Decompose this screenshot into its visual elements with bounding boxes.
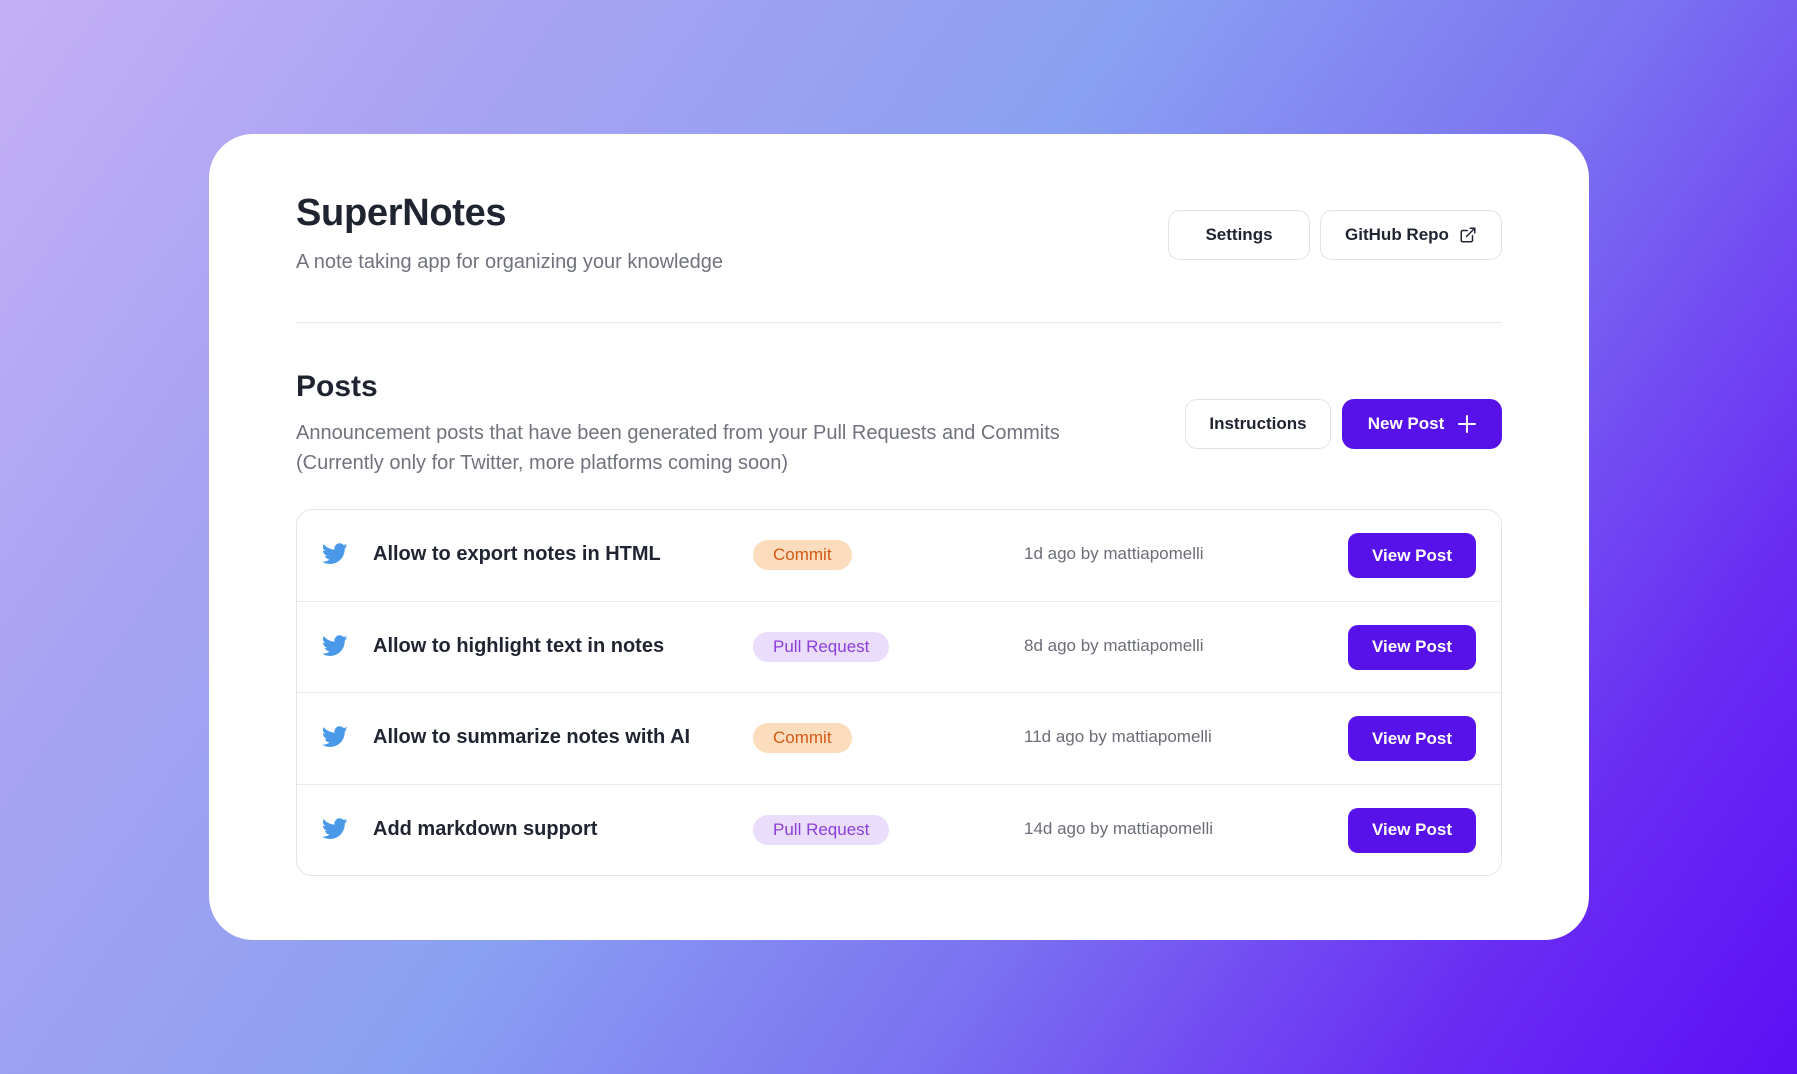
post-meta: 11d ago by mattiapomelli [1024,727,1212,746]
settings-button-label: Settings [1205,225,1273,244]
table-row: Add markdown support Pull Request 14d ag… [297,785,1501,876]
instructions-button[interactable]: Instructions [1185,399,1331,449]
twitter-icon [321,634,348,657]
table-row: Allow to summarize notes with AI Commit … [297,693,1501,785]
github-repo-button[interactable]: GitHub Repo [1320,210,1502,260]
twitter-icon [321,817,348,840]
posts-description-line1: Announcement posts that have been genera… [296,422,1060,444]
post-meta: 8d ago by mattiapomelli [1024,635,1204,655]
posts-title: Posts [296,370,378,403]
view-post-button[interactable]: View Post [1348,533,1476,578]
settings-button[interactable]: Settings [1168,210,1310,260]
post-type-badge: Commit [753,540,852,570]
post-type-badge: Pull Request [753,814,890,845]
post-title: Add markdown support [373,817,598,840]
table-row: Allow to export notes in HTML Commit 1d … [297,510,1501,602]
post-type-badge: Commit [753,723,852,753]
posts-description-line2: (Currently only for Twitter, more platfo… [296,452,789,474]
view-post-button[interactable]: View Post [1348,807,1476,853]
post-title: Allow to export notes in HTML [373,543,661,565]
post-type-badge: Pull Request [753,631,890,662]
plus-icon [1458,415,1477,433]
external-link-icon [1459,226,1477,244]
new-post-button-label: New Post [1367,414,1445,433]
post-meta: 14d ago by mattiapomelli [1024,818,1214,838]
main-card: SuperNotes A note taking app for organiz… [209,134,1589,940]
twitter-icon [321,543,348,565]
posts-description: Announcement posts that have been genera… [296,418,1096,478]
table-row: Allow to highlight text in notes Pull Re… [297,602,1501,693]
post-title: Allow to highlight text in notes [373,634,665,657]
instructions-button-label: Instructions [1209,414,1307,433]
new-post-button[interactable]: New Post [1342,399,1502,449]
view-post-button[interactable]: View Post [1348,624,1476,670]
app-subtitle: A note taking app for organizing your kn… [296,251,723,273]
github-repo-button-label: GitHub Repo [1345,225,1449,244]
post-title: Allow to summarize notes with AI [373,726,691,748]
app-title: SuperNotes [296,192,507,234]
header-divider [296,322,1502,323]
twitter-icon [321,726,348,748]
card-content: SuperNotes A note taking app for organiz… [296,134,1502,940]
view-post-button[interactable]: View Post [1348,716,1476,761]
posts-table: Allow to export notes in HTML Commit 1d … [296,509,1502,876]
post-meta: 1d ago by mattiapomelli [1024,544,1204,563]
